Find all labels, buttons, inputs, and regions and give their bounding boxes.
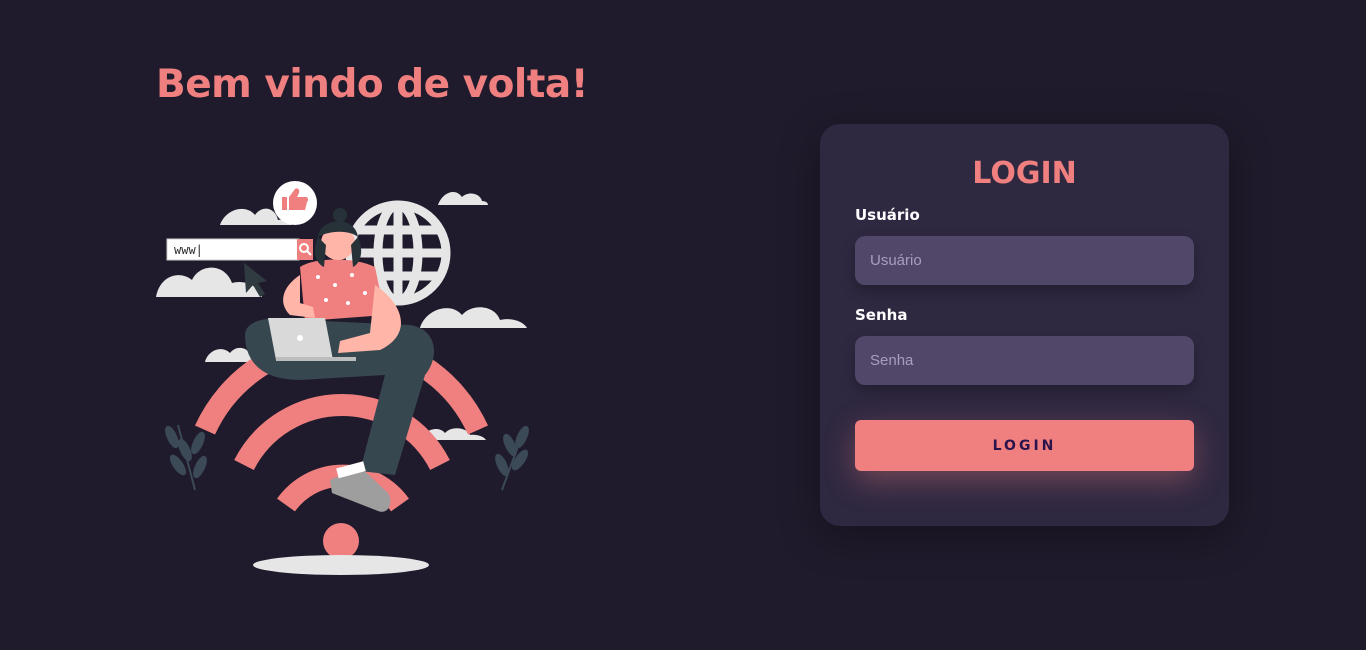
password-label: Senha: [855, 306, 908, 324]
plant-right: [495, 425, 529, 491]
username-label: Usuário: [855, 206, 920, 224]
search-bar: www|: [166, 238, 313, 261]
login-page: Bem vindo de volta! www| LOGIN Usuário U…: [0, 0, 1366, 650]
login-card: LOGIN Usuário Senha LOGIN: [820, 124, 1229, 526]
welcome-title: Bem vindo de volta!: [156, 62, 589, 107]
login-title: LOGIN: [972, 156, 1077, 191]
illustration: www|: [156, 181, 529, 575]
login-button[interactable]: LOGIN: [855, 420, 1194, 471]
wifi-dot: [323, 523, 359, 559]
cloud-right: [420, 307, 527, 328]
thumbs-up-icon: [273, 181, 317, 225]
username-input[interactable]: [855, 236, 1194, 285]
cloud-top-right: [438, 191, 488, 205]
ground-shadow: [253, 555, 429, 575]
password-input[interactable]: [855, 336, 1194, 385]
search-bar-text: www|: [174, 243, 203, 257]
plant-left: [165, 424, 207, 491]
